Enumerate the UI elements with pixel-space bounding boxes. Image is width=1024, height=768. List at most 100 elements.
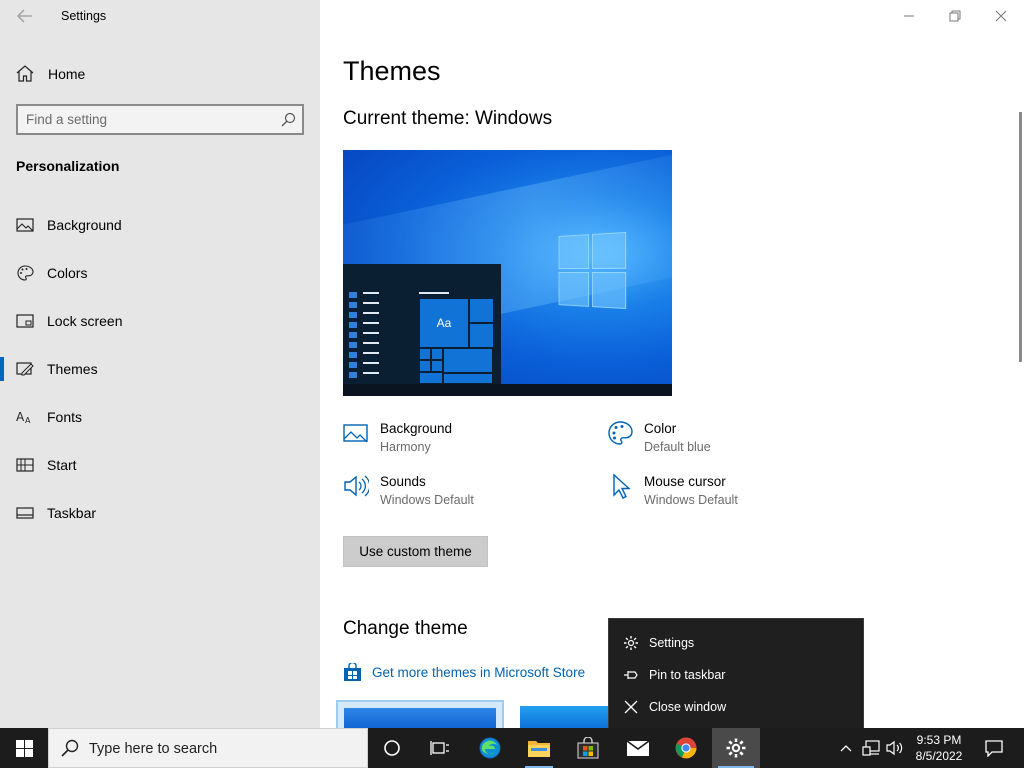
clock-time: 9:53 PM [916, 733, 962, 747]
close-button[interactable] [978, 0, 1024, 32]
context-menu-label: Close window [649, 700, 727, 714]
sidebar-item-label: Fonts [47, 409, 83, 425]
picture-icon [16, 218, 34, 232]
folder-icon [528, 741, 550, 757]
sidebar-item-taskbar[interactable]: Taskbar [0, 493, 320, 533]
context-menu-settings[interactable]: Settings [609, 627, 865, 659]
clock-date: 8/5/2022 [915, 749, 963, 763]
fonts-icon: AA [16, 410, 31, 425]
sidebar-item-label: Taskbar [47, 505, 97, 521]
sidebar-item-fonts[interactable]: AA Fonts [0, 397, 320, 437]
settings-taskbar-button[interactable] [712, 728, 760, 768]
taskbar-search-input[interactable] [89, 739, 349, 759]
property-value: Windows Default [644, 493, 738, 507]
theme-thumbnail-second[interactable] [520, 706, 612, 730]
taskbar-search-box[interactable] [48, 728, 368, 768]
page-title: Themes [343, 56, 441, 86]
minimize-button[interactable] [886, 0, 932, 32]
windows-logo-image [558, 231, 628, 310]
notification-icon [985, 740, 1003, 757]
use-custom-theme-button[interactable]: Use custom theme [343, 536, 488, 567]
property-name: Sounds [380, 474, 426, 489]
back-button[interactable] [14, 6, 36, 26]
edge-browser-icon [479, 737, 501, 759]
show-hidden-icons-button[interactable] [836, 728, 856, 768]
preview-tile-aa: Aa [419, 298, 469, 348]
network-icon [862, 740, 880, 756]
start-menu-preview: Aa [343, 264, 501, 384]
taskbar-context-menu: Settings Pin to taskbar Close window [608, 618, 864, 730]
context-menu-label: Settings [649, 636, 695, 650]
task-view-icon [430, 741, 449, 755]
taskbar: 9:53 PM 8/5/2022 [0, 728, 1024, 768]
sidebar-item-lock-screen[interactable]: Lock screen [0, 301, 320, 341]
sidebar-item-colors[interactable]: Colors [0, 253, 320, 293]
start-button[interactable] [0, 728, 48, 768]
gear-icon [624, 636, 638, 650]
store-icon [344, 662, 361, 681]
active-indicator [0, 357, 4, 381]
property-value: Windows Default [380, 493, 474, 507]
svg-text:A: A [25, 416, 31, 425]
theme-preview: Aa [343, 150, 672, 396]
mail-icon [626, 740, 650, 756]
section-title: Personalization [16, 158, 120, 174]
sidebar-item-background[interactable]: Background [0, 205, 320, 245]
sidebar-item-themes[interactable]: Themes [0, 349, 320, 389]
app-title: Settings [61, 9, 107, 23]
volume-tray-button[interactable] [884, 728, 906, 768]
task-view-button[interactable] [416, 728, 464, 768]
microsoft-store-taskbar-button[interactable] [564, 728, 612, 768]
property-value: Default blue [644, 440, 711, 454]
edge-taskbar-button[interactable] [466, 728, 514, 768]
chrome-taskbar-button[interactable] [662, 728, 710, 768]
close-icon [624, 700, 638, 714]
store-icon [577, 737, 599, 759]
network-tray-button[interactable] [860, 728, 882, 768]
theme-color-setting[interactable]: Color Default blue [607, 420, 827, 460]
find-setting-search[interactable] [16, 104, 304, 135]
mail-taskbar-button[interactable] [614, 728, 662, 768]
home-label: Home [48, 66, 86, 82]
taskbar-clock[interactable]: 9:53 PM 8/5/2022 [906, 732, 972, 764]
palette-icon [17, 265, 34, 281]
context-menu-label: Pin to taskbar [649, 668, 726, 682]
find-setting-input[interactable] [26, 110, 266, 129]
property-name: Background [380, 421, 453, 436]
file-explorer-taskbar-button[interactable] [515, 728, 563, 768]
store-link-label: Get more themes in Microsoft Store [372, 664, 586, 680]
lock-screen-icon [16, 314, 34, 328]
sidebar-item-label: Start [47, 457, 77, 473]
preview-taskbar [343, 384, 672, 396]
context-menu-pin[interactable]: Pin to taskbar [609, 659, 865, 691]
microsoft-store-link[interactable]: Get more themes in Microsoft Store [343, 661, 585, 683]
sidebar-item-start[interactable]: Start [0, 445, 320, 485]
theme-thumbnail-windows[interactable] [336, 700, 504, 732]
gear-icon [726, 738, 746, 758]
speaker-icon [344, 475, 369, 497]
start-icon [16, 458, 34, 472]
restore-icon [949, 10, 961, 22]
theme-sounds-setting[interactable]: Sounds Windows Default [343, 473, 563, 513]
sidebar-item-label: Lock screen [47, 313, 123, 329]
cortana-button[interactable] [368, 728, 416, 768]
restore-button[interactable] [932, 0, 978, 32]
themes-icon [16, 362, 34, 376]
sidebar-item-label: Themes [47, 361, 98, 377]
cortana-circle-icon [384, 740, 400, 756]
context-menu-close[interactable]: Close window [609, 691, 865, 723]
chrome-browser-icon [675, 737, 697, 759]
property-name: Mouse cursor [644, 474, 726, 489]
theme-background-setting[interactable]: Background Harmony [343, 420, 563, 460]
home-nav-item[interactable]: Home [0, 58, 320, 88]
search-icon [281, 112, 296, 127]
property-name: Color [644, 421, 677, 436]
theme-mouse-cursor-setting[interactable]: Mouse cursor Windows Default [607, 473, 827, 513]
action-center-button[interactable] [976, 728, 1012, 768]
scrollbar[interactable] [1019, 112, 1022, 362]
home-icon [16, 65, 34, 82]
property-value: Harmony [380, 440, 431, 454]
sidebar-item-label: Background [47, 217, 122, 233]
sidebar-item-label: Colors [47, 265, 88, 281]
minimize-icon [904, 15, 914, 17]
